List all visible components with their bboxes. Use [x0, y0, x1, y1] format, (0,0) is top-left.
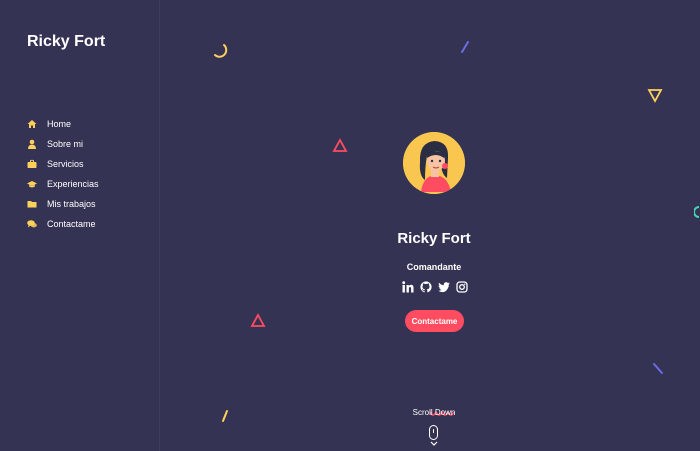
chevron-down-icon [430, 441, 438, 446]
nav-label-contactame: Contactame [47, 219, 96, 229]
nav-item-mis-trabajos[interactable]: Mis trabajos [26, 194, 99, 214]
nav-label-experiencias: Experiencias [47, 179, 99, 189]
line-shape [461, 41, 469, 53]
line-shape [222, 410, 228, 422]
nav-label-servicios: Servicios [47, 159, 84, 169]
sidebar: Ricky Fort Home Sobre mi Servicios Exper… [0, 0, 160, 451]
github-icon[interactable] [420, 281, 432, 293]
linkedin-icon[interactable] [402, 281, 414, 293]
nav-label-sobre-mi: Sobre mi [47, 139, 84, 149]
nav-item-experiencias[interactable]: Experiencias [26, 174, 99, 194]
graduation-cap-icon [26, 178, 38, 190]
brand-name[interactable]: Ricky Fort [27, 33, 105, 51]
mouse-scroll-icon[interactable] [429, 425, 438, 440]
line-shape [653, 363, 663, 374]
home-icon [26, 118, 38, 130]
nav-item-home[interactable]: Home [26, 114, 99, 134]
nav-label-home: Home [47, 119, 72, 129]
avatar-illustration [403, 132, 465, 194]
social-links [402, 281, 468, 293]
contact-button[interactable]: Contactame [405, 310, 464, 332]
folder-icon [26, 198, 38, 210]
comments-icon [26, 218, 38, 230]
twitter-icon[interactable] [438, 281, 450, 293]
briefcase-icon [26, 158, 38, 170]
avatar [403, 132, 465, 194]
triangle-shape [250, 313, 266, 327]
user-icon [26, 138, 38, 150]
instagram-icon[interactable] [456, 281, 468, 293]
scroll-down-label[interactable]: Scroll Down [395, 408, 473, 417]
arc-shape [214, 44, 228, 58]
triangle-shape [332, 138, 348, 152]
nav-label-mis-trabajos: Mis trabajos [47, 199, 96, 209]
nav-item-servicios[interactable]: Servicios [26, 154, 99, 174]
arc-shape [694, 206, 700, 218]
nav-item-sobre-mi[interactable]: Sobre mi [26, 134, 99, 154]
hero-role: Comandante [406, 262, 462, 272]
triangle-shape [647, 89, 663, 103]
hero-name: Ricky Fort [397, 230, 471, 247]
main-nav: Home Sobre mi Servicios Experiencias Mis… [26, 114, 99, 234]
